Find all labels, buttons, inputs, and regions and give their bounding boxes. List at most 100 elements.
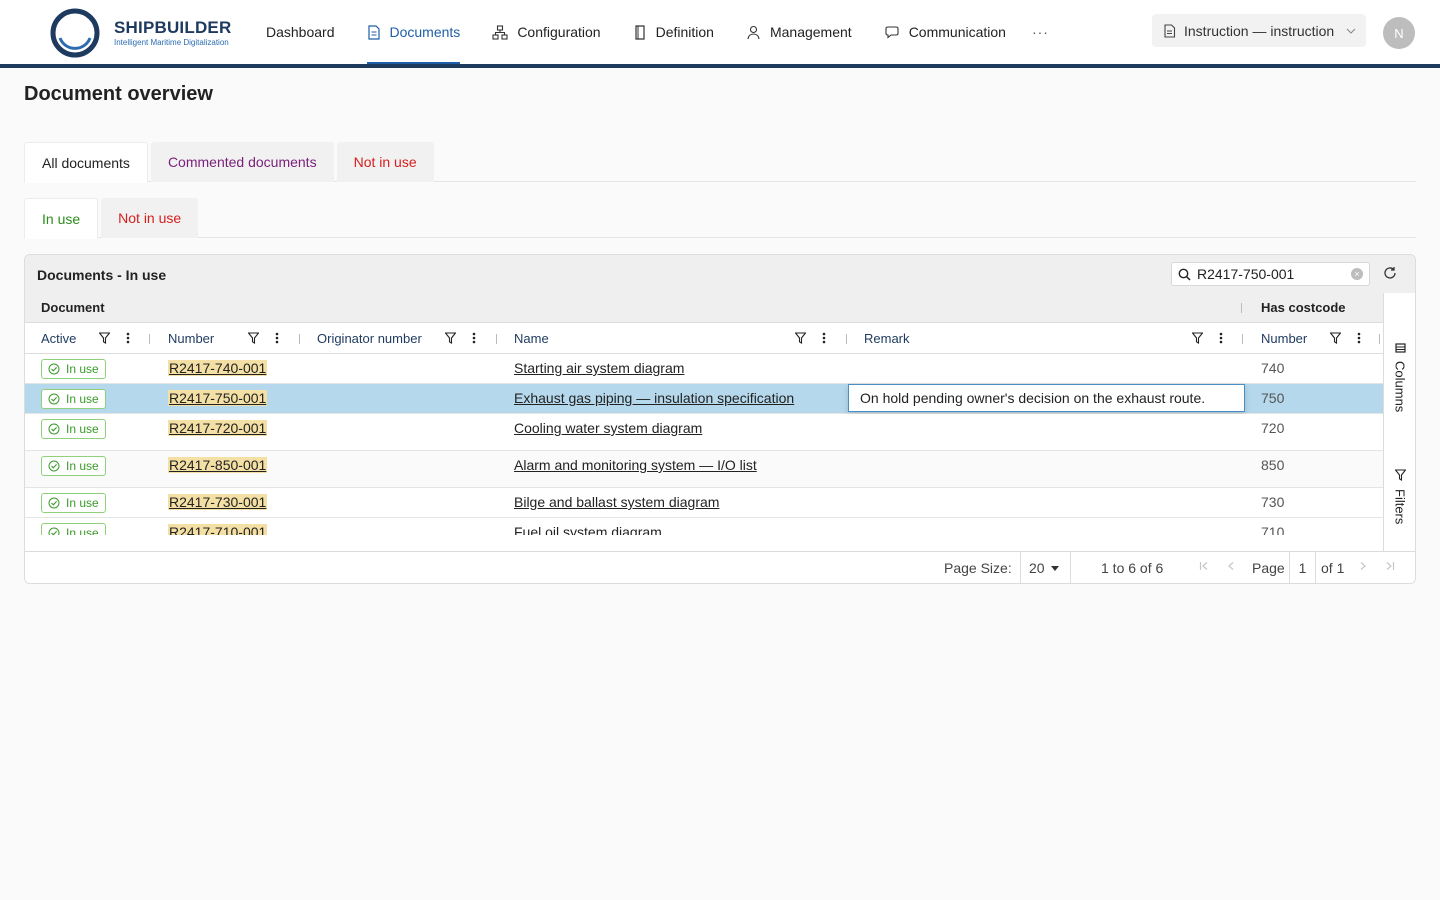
document-number-link[interactable]: R2417-750-001 <box>168 390 268 406</box>
nav-item-communication[interactable]: Communication <box>884 0 1006 64</box>
filter-icon[interactable] <box>445 332 456 344</box>
document-name-link[interactable]: Cooling water system diagram <box>514 420 702 436</box>
top-navigation-bar: SHIPBUILDER Intelligent Maritime Digital… <box>0 0 1440 68</box>
col-header-originator-number[interactable]: Originator number <box>317 331 422 346</box>
table-row[interactable]: In use R2417-710-001 Fuel oil system dia… <box>25 518 1383 535</box>
brand-logo[interactable]: SHIPBUILDER Intelligent Maritime Digital… <box>50 8 250 58</box>
status-text: In use <box>66 459 99 473</box>
clear-search-icon[interactable]: × <box>1351 268 1363 280</box>
document-number-link[interactable]: R2417-710-001 <box>168 524 268 535</box>
columns-label: Columns <box>1392 361 1408 413</box>
previous-page-icon[interactable] <box>1227 561 1235 571</box>
column-separator[interactable] <box>1379 334 1380 344</box>
status-badge: In use <box>41 389 106 409</box>
document-name-link[interactable]: Bilge and ballast system diagram <box>514 494 719 510</box>
nav-item-definition[interactable]: Definition <box>633 0 714 64</box>
check-circle-icon <box>48 497 60 509</box>
usage-status-tabs: In use Not in use <box>24 198 1416 239</box>
column-separator[interactable] <box>299 334 300 344</box>
refresh-icon[interactable] <box>1383 266 1397 280</box>
document-name-link[interactable]: Starting air system diagram <box>514 360 684 376</box>
current-page-input[interactable]: 1 <box>1289 552 1316 583</box>
column-menu-icon[interactable] <box>275 332 279 344</box>
status-badge: In use <box>41 493 106 513</box>
status-badge: In use <box>41 359 106 379</box>
column-menu-icon[interactable] <box>472 332 476 344</box>
columns-icon <box>1394 343 1406 353</box>
search-input[interactable] <box>1197 266 1347 282</box>
table-row[interactable]: In use R2417-720-001 Cooling water syste… <box>25 414 1383 451</box>
document-number-link[interactable]: R2417-850-001 <box>168 457 268 473</box>
nav-item-documents[interactable]: Documents <box>366 0 461 64</box>
status-text: In use <box>66 422 99 436</box>
page-size-label: Page Size: <box>944 560 1012 576</box>
filter-icon[interactable] <box>1330 332 1341 344</box>
nav-item-dashboard[interactable]: Dashboard <box>266 0 335 64</box>
tab-not-in-use[interactable]: Not in use <box>336 142 434 182</box>
nav-item-management[interactable]: Management <box>746 0 852 64</box>
tab-in-use[interactable]: In use <box>24 198 99 239</box>
col-header-name[interactable]: Name <box>514 331 549 346</box>
document-name-link[interactable]: Fuel oil system diagram <box>514 524 662 535</box>
table-row-selected[interactable]: In use R2417-750-001 Exhaust gas piping … <box>25 384 1383 414</box>
column-menu-icon[interactable] <box>1219 332 1223 344</box>
document-name-link[interactable]: Alarm and monitoring system — I/O list <box>514 457 757 473</box>
last-page-icon[interactable] <box>1385 561 1395 571</box>
document-name-link[interactable]: Exhaust gas piping — insulation specific… <box>514 390 794 406</box>
col-header-active[interactable]: Active <box>41 331 76 346</box>
tab-all-documents[interactable]: All documents <box>24 142 148 183</box>
page-label: Page <box>1252 560 1285 576</box>
document-number-link[interactable]: R2417-740-001 <box>168 360 268 376</box>
col-header-number[interactable]: Number <box>168 331 214 346</box>
page-size-select[interactable]: 20 <box>1020 552 1071 583</box>
column-separator[interactable] <box>846 334 847 344</box>
filters-panel-button[interactable]: Filters <box>1384 469 1415 524</box>
hierarchy-icon <box>492 24 508 40</box>
document-number-link[interactable]: R2417-730-001 <box>168 494 268 510</box>
nav-label: Documents <box>389 24 461 40</box>
instruction-selector[interactable]: Instruction — instruction <box>1152 14 1366 47</box>
document-category-tabs: All documents Commented documents Not in… <box>24 142 1416 183</box>
nav-label: Configuration <box>517 24 601 40</box>
column-separator[interactable] <box>1242 334 1243 344</box>
check-circle-icon <box>48 460 60 472</box>
table-row[interactable]: In use R2417-850-001 Alarm and monitorin… <box>25 451 1383 488</box>
column-menu-icon[interactable] <box>822 332 826 344</box>
column-separator[interactable] <box>496 334 497 344</box>
cost-number: 710 <box>1261 524 1285 535</box>
tab-not-in-use-secondary[interactable]: Not in use <box>101 198 199 238</box>
filter-icon[interactable] <box>1192 332 1203 344</box>
status-text: In use <box>66 362 99 376</box>
col-header-cost-number[interactable]: Number <box>1261 331 1307 346</box>
nav-item-configuration[interactable]: Configuration <box>492 0 601 64</box>
chat-icon <box>885 25 899 39</box>
row-range-summary: 1 to 6 of 6 <box>1101 560 1164 576</box>
table-row[interactable]: In use R2417-740-001 Starting air system… <box>25 354 1383 384</box>
check-circle-icon <box>48 393 60 405</box>
cost-number: 720 <box>1261 420 1285 436</box>
caret-down-icon <box>1050 565 1059 571</box>
nav-more-button[interactable]: ··· <box>1032 0 1049 64</box>
table-row[interactable]: In use R2417-730-001 Bilge and ballast s… <box>25 488 1383 518</box>
document-icon <box>1164 23 1176 38</box>
cost-number: 850 <box>1261 457 1285 473</box>
status-badge: In use <box>41 419 106 439</box>
document-number-link[interactable]: R2417-720-001 <box>168 420 268 436</box>
column-separator[interactable] <box>149 334 150 344</box>
remark-cell-editor[interactable]: On hold pending owner's decision on the … <box>848 384 1245 412</box>
nav-label: Communication <box>908 24 1006 40</box>
first-page-icon[interactable] <box>1199 561 1209 571</box>
columns-panel-button[interactable]: Columns <box>1384 343 1415 413</box>
user-avatar[interactable]: N <box>1383 17 1415 49</box>
brand-name: SHIPBUILDER <box>114 18 232 37</box>
status-badge: In use <box>41 456 106 476</box>
column-menu-icon[interactable] <box>126 332 130 344</box>
filter-icon[interactable] <box>99 332 110 344</box>
filter-icon[interactable] <box>795 332 806 344</box>
tab-commented-documents[interactable]: Commented documents <box>150 142 334 182</box>
grid-body: In use R2417-740-001 Starting air system… <box>25 354 1383 535</box>
next-page-icon[interactable] <box>1359 561 1367 571</box>
col-header-remark[interactable]: Remark <box>864 331 910 346</box>
column-menu-icon[interactable] <box>1357 332 1361 344</box>
filter-icon[interactable] <box>248 332 259 344</box>
